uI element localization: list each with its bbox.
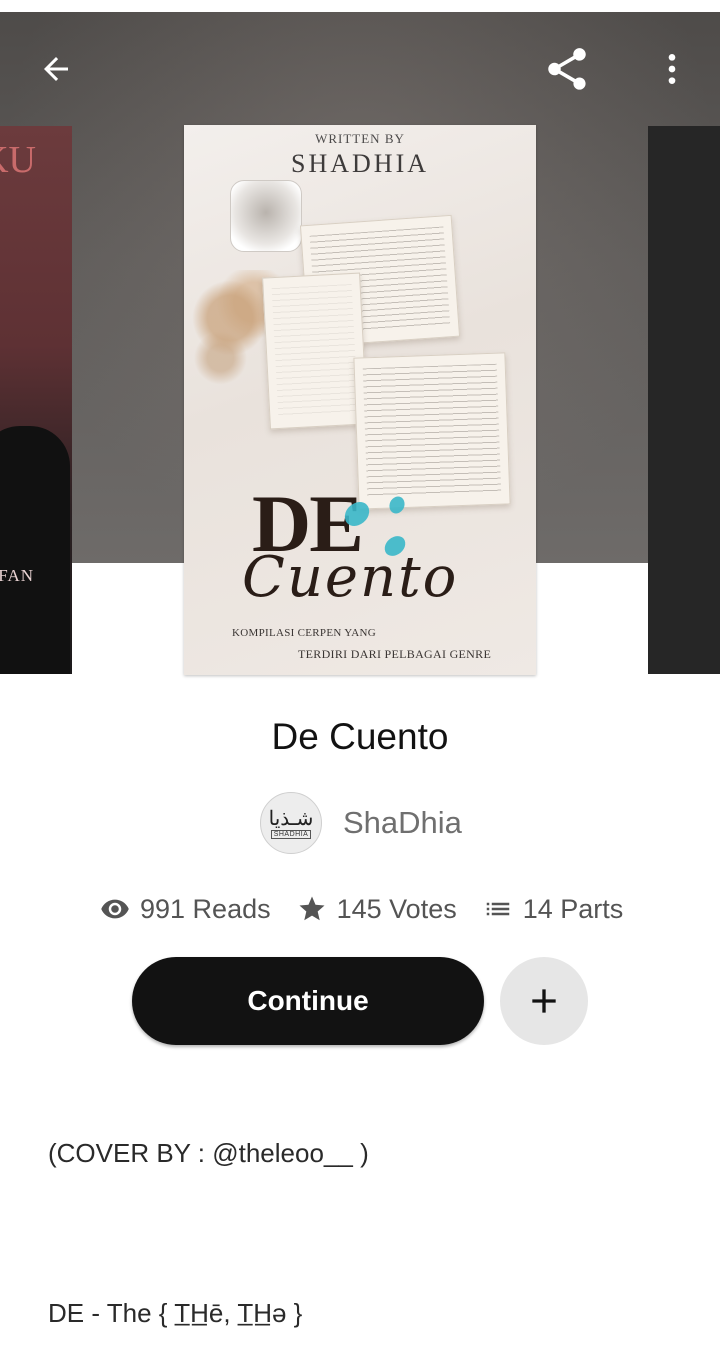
cover-book-image xyxy=(262,272,368,430)
author-name[interactable]: ShaDhia xyxy=(343,805,462,841)
description-line: (COVER BY : @theleoo__ ) xyxy=(48,1138,369,1168)
parts-stat: 14 Parts xyxy=(483,893,624,925)
previous-story-cover[interactable]: KU FAN xyxy=(0,126,72,674)
list-icon xyxy=(486,902,509,916)
cover-subtitle-line2: Terdiri Dari Pelbagai Genre xyxy=(298,647,492,661)
star-icon xyxy=(299,896,325,921)
story-title: De Cuento xyxy=(271,716,449,757)
plus-icon xyxy=(532,989,556,1013)
story-stats: 991 Reads 145 Votes 14 Parts xyxy=(100,888,623,930)
avatar[interactable]: شـذيا SHADHIA xyxy=(260,792,322,854)
cover-subtitle-line1: Kompilasi Cerpen Yang xyxy=(232,627,377,639)
cover-title-fragment: KU xyxy=(0,139,36,181)
cover-figure xyxy=(0,426,70,674)
status-bar-area xyxy=(0,0,720,12)
description-line: DE - The { T̲H̲ē, T̲H̲ə } xyxy=(48,1298,303,1328)
cover-jar-image xyxy=(230,180,302,252)
cover-author: SHADHIA xyxy=(291,149,429,178)
cover-book-image xyxy=(353,352,511,510)
story-cover[interactable]: WRITTEN BY SHADHIA DE Cuento Kompilasi C… xyxy=(184,125,536,675)
more-vertical-icon xyxy=(668,54,676,84)
votes-count: 145 Votes xyxy=(336,893,457,924)
reads-count: 991 Reads xyxy=(140,893,271,924)
avatar-calligraphy: شـذيا xyxy=(268,805,314,830)
arrow-left-icon xyxy=(44,57,68,81)
back-button[interactable] xyxy=(28,41,84,97)
votes-stat: 145 Votes xyxy=(297,894,457,925)
reads-stat: 991 Reads xyxy=(100,894,271,925)
cover-written-by: WRITTEN BY xyxy=(315,131,405,146)
next-story-cover[interactable] xyxy=(648,126,720,674)
continue-reading-button[interactable]: Continue xyxy=(132,957,484,1045)
more-options-button[interactable] xyxy=(644,41,700,97)
eye-icon xyxy=(101,899,129,919)
cover-footer-fragment: FAN xyxy=(0,566,34,585)
share-icon xyxy=(548,48,586,90)
parts-count: 14 Parts xyxy=(522,893,624,924)
cover-title-script: Cuento xyxy=(242,545,459,610)
share-button[interactable] xyxy=(539,41,595,97)
add-to-library-button[interactable] xyxy=(500,957,588,1045)
author-link[interactable]: شـذيا SHADHIA ShaDhia xyxy=(260,792,462,854)
avatar-label: SHADHIA xyxy=(270,829,312,839)
